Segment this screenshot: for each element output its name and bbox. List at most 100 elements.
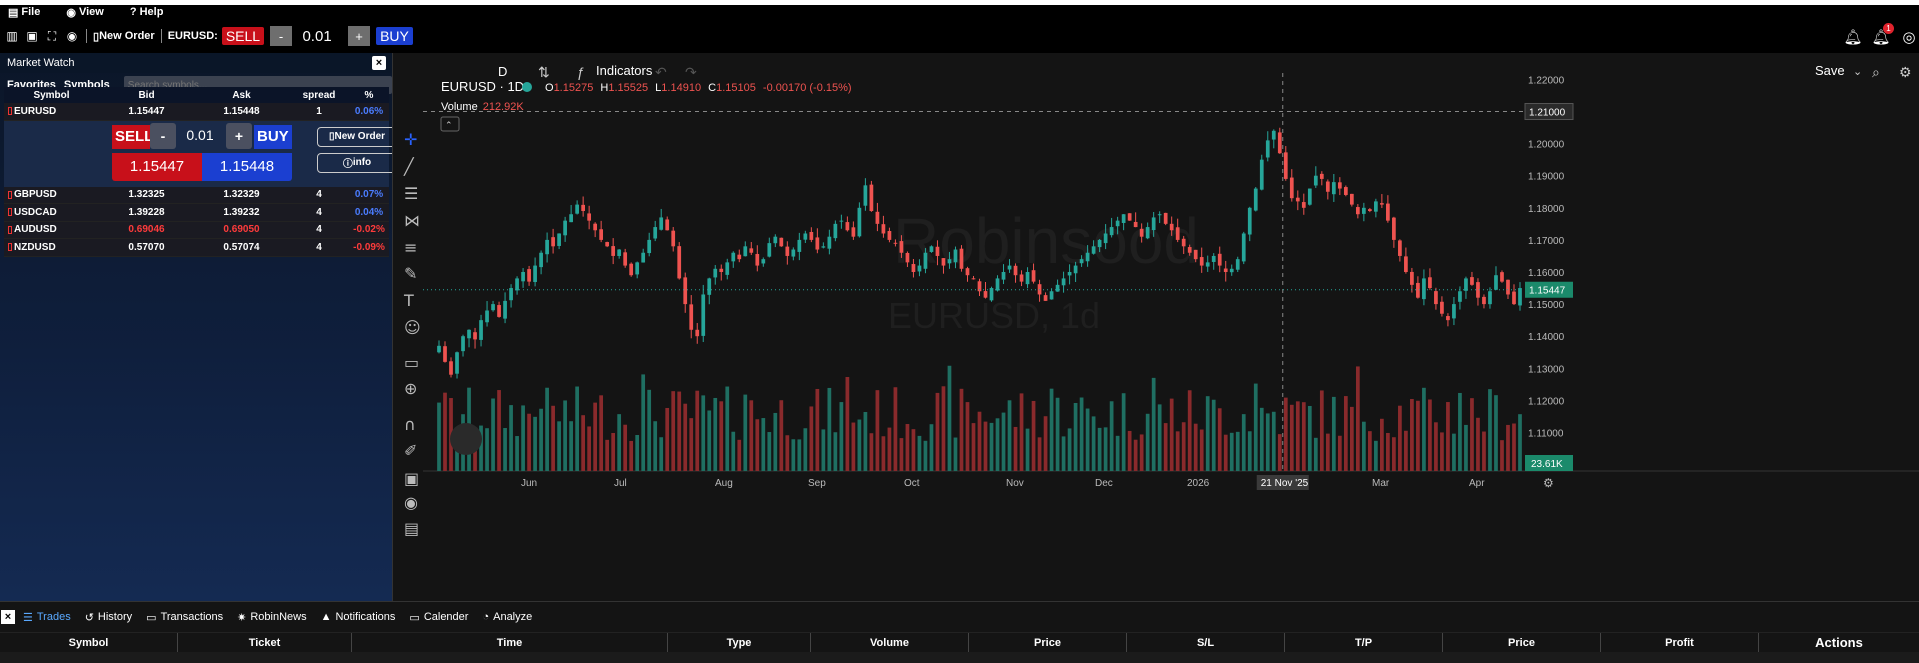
volume-bar [1259,407,1264,471]
column-header[interactable]: Bid [99,90,194,101]
column-header[interactable]: S/L [1127,633,1285,652]
table-row[interactable]: GBPUSD 1.32325 1.32329 4 0.07% [4,186,389,204]
account-icon[interactable]: ◎ [1899,27,1919,47]
table-row[interactable]: EURUSD 1.15447 1.15448 1 0.06% [4,103,389,121]
sell-button[interactable]: SELL [221,27,265,45]
candle [1434,291,1438,305]
chart-panel: D ⇅ ƒ Indicators ↶ ↷ Save ⌄ ⌕ ⚙ ✛ ╱ ☰ ⋈ ≡ ✎ T ☺… [392,53,1919,601]
menu-file[interactable]: ▤ File [8,6,40,19]
candle [1295,197,1300,202]
redo-icon[interactable]: ↷ [685,64,697,80]
quick-sell-price[interactable]: 1.15447 [112,152,202,181]
column-header[interactable]: T/P [1285,633,1443,652]
column-header[interactable]: % [349,90,389,101]
quick-buy-button[interactable]: BUY [254,124,292,149]
trash-icon[interactable]: ▤ [404,519,419,538]
info-button[interactable]: ⓘ info [317,152,397,173]
candle [521,272,525,282]
undo-icon[interactable]: ↶ [655,64,667,80]
notifications-bell-icon[interactable]: 🔔︎ 1 [1871,23,1894,47]
eye-icon[interactable]: ◉ [404,493,418,512]
candle [533,265,537,283]
quick-lot-input[interactable]: 0.01 [180,127,220,143]
quick-buy-price[interactable]: 1.15448 [202,152,292,181]
pencil-lock-icon[interactable]: ✐ [404,441,417,460]
chart-icon[interactable]: ▥ [4,29,20,43]
tab-history[interactable]: ↺ History [85,611,132,624]
price-chart[interactable]: D ⇅ ƒ Indicators ↶ ↷ Save ⌄ ⌕ ⚙ ✛ ╱ ☰ ⋈ ≡ ✎ T ☺… [393,53,1919,601]
tab-trades[interactable]: ☰ Trades [23,611,71,624]
fullscreen-icon[interactable]: ⛶ [44,29,60,43]
quick-lot-increase-button[interactable]: + [226,122,252,149]
lot-decrease-button[interactable]: - [270,26,293,46]
column-header[interactable]: Ticket [178,633,352,652]
crosshair-icon[interactable]: ✛ [404,130,417,149]
brush-icon[interactable]: ✎ [404,264,417,283]
quick-lot-decrease-button[interactable]: - [150,122,176,149]
candle [821,246,826,248]
column-header[interactable]: Symbol [0,633,178,652]
chevron-down-icon[interactable]: ⌄ [1853,66,1862,78]
buy-button[interactable]: BUY [376,27,413,45]
tab-robinnews[interactable]: ✷ RobinNews [237,611,306,624]
column-header[interactable]: Price [969,633,1127,652]
column-header[interactable]: Time [352,633,668,652]
ruler-icon[interactable]: ▭ [404,353,419,372]
search-icon[interactable]: ⌕ [1872,64,1880,80]
table-row[interactable]: NZDUSD 0.57070 0.57074 4 -0.09% [4,239,389,257]
chevron-up-icon[interactable]: ⌃ [445,120,453,130]
quick-new-order-button[interactable]: ▯ New Order [317,126,397,147]
briefcase-icon[interactable]: ▣ [24,29,40,43]
tab-transactions[interactable]: ▭ Transactions [146,611,223,624]
quick-sell-button[interactable]: SELL [112,124,153,149]
eye-icon[interactable]: ◉ [64,29,80,43]
column-header[interactable]: spread [289,90,349,101]
text-icon[interactable]: T [403,291,414,310]
new-order-button[interactable]: ▯ New Order [93,30,155,43]
lot-size-input[interactable]: 0.01 [292,28,342,45]
axis-settings-icon[interactable]: ⚙ [1543,476,1554,490]
lock-icon[interactable]: ▣ [404,469,419,488]
volume-bar [1055,397,1060,471]
interval-selector[interactable]: D [498,64,507,79]
magnet-icon[interactable]: ∩ [404,415,416,434]
pattern-icon[interactable]: ⋈ [404,211,420,230]
column-header[interactable]: Actions [1759,633,1919,652]
horizontal-lines-icon[interactable]: ☰ [404,184,418,203]
menu-view[interactable]: ◉ View [66,6,103,19]
tab-analyze[interactable]: ◔ Analyze [482,611,532,623]
volume-bar [863,412,868,471]
fib-icon[interactable]: ≡ [404,238,417,257]
table-row[interactable]: USDCAD 1.39228 1.39232 4 0.04% [4,204,389,222]
save-button[interactable]: Save [1815,63,1845,78]
column-header[interactable]: Type [668,633,811,652]
close-icon[interactable]: × [372,56,386,70]
indicators-button[interactable]: Indicators [596,63,653,78]
column-header[interactable]: Profit [1601,633,1759,652]
bell-icon[interactable]: 🔔︎ [1843,27,1863,47]
volume-bar [1199,429,1204,471]
column-header[interactable]: Price [1443,633,1601,652]
close-icon[interactable]: × [1,610,15,624]
settings-icon[interactable]: ⚙ [1899,64,1912,80]
candle [1097,239,1102,248]
compare-icon[interactable]: ⇅ [538,64,550,80]
lot-increase-button[interactable]: + [348,26,371,46]
column-header[interactable]: Ask [194,90,289,101]
logo-icon[interactable] [450,423,482,455]
spread-cell: 4 [316,189,322,201]
indicators-icon[interactable]: ƒ [577,64,585,80]
volume-bar [929,424,934,471]
tab-notifications[interactable]: ▲ Notifications [321,611,396,623]
market-open-indicator [522,82,532,92]
time-tick-label: Jul [614,478,627,489]
trendline-icon[interactable]: ╱ [403,157,415,176]
table-row[interactable]: AUDUSD 0.69046 0.69050 4 -0.02% [4,221,389,239]
zoom-in-icon[interactable]: ⊕ [404,379,417,398]
menu-help[interactable]: ? Help [130,6,164,18]
column-header[interactable]: Symbol [4,90,99,101]
column-header[interactable]: Volume [811,633,969,652]
volume-bar [1337,435,1342,471]
tab-calender[interactable]: ▭ Calender [409,611,468,624]
emoji-icon[interactable]: ☺ [404,318,421,337]
